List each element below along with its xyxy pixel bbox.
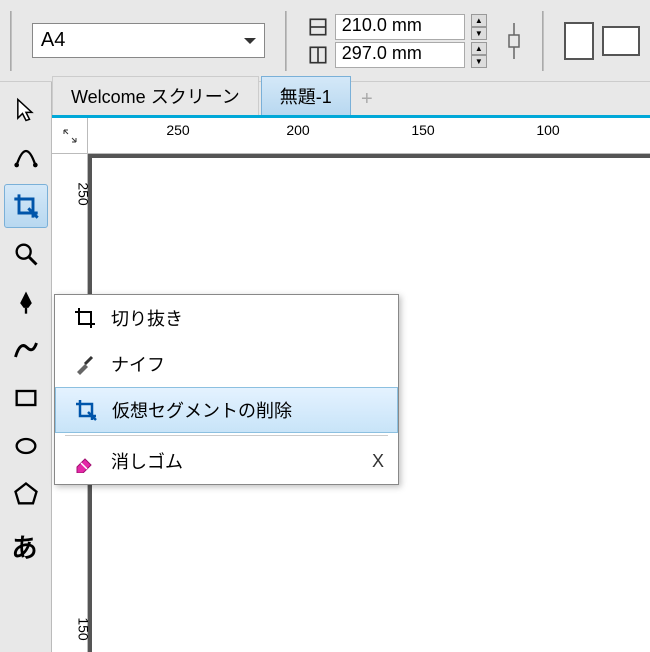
pen-tool[interactable] — [4, 280, 48, 324]
height-input[interactable]: 297.0 mm — [335, 42, 465, 68]
eraser-icon — [69, 449, 101, 473]
text-tool[interactable]: あ — [4, 520, 48, 564]
ruler-origin[interactable] — [52, 118, 88, 154]
page-size-value: A4 — [41, 29, 65, 52]
horizontal-ruler-row: 25020015010050 — [52, 118, 650, 154]
dimensions-group: 210.0 mm ▲▼ 297.0 mm ▲▼ — [307, 14, 487, 68]
flyout-label: 消しゴム — [111, 448, 372, 474]
document-tab[interactable]: 無題-1 — [261, 76, 351, 115]
document-tabs: Welcome スクリーン無題-1 + — [52, 82, 650, 118]
crop-icon — [69, 306, 101, 330]
shape-tool[interactable] — [4, 136, 48, 180]
ellipse-tool[interactable] — [4, 424, 48, 468]
zoom-tool[interactable] — [4, 232, 48, 276]
rectangle-tool[interactable] — [4, 376, 48, 420]
height-icon — [307, 44, 329, 66]
height-spinner[interactable]: ▲▼ — [471, 42, 487, 68]
width-input[interactable]: 210.0 mm — [335, 14, 465, 40]
width-icon — [307, 16, 329, 38]
knife-icon — [69, 352, 101, 376]
flyout-item[interactable]: 切り抜き — [55, 295, 398, 341]
separator — [10, 11, 12, 71]
virtual-segment-icon — [70, 398, 102, 422]
menu-separator — [65, 435, 388, 436]
horizontal-ruler[interactable]: 25020015010050 — [88, 118, 650, 153]
flyout-shortcut: X — [372, 451, 384, 472]
flyout-label: 仮想セグメントの削除 — [112, 397, 383, 423]
freehand-tool[interactable] — [4, 328, 48, 372]
flyout-item[interactable]: 消しゴムX — [55, 438, 398, 484]
flyout-item[interactable]: ナイフ — [55, 341, 398, 387]
dropdown-caret-icon — [244, 38, 256, 50]
crop-tool[interactable] — [4, 184, 48, 228]
top-toolbar: A4 210.0 mm ▲▼ 297.0 mm ▲▼ — [0, 0, 650, 82]
flyout-label: 切り抜き — [111, 305, 384, 331]
polygon-tool[interactable] — [4, 472, 48, 516]
flyout-label: ナイフ — [111, 351, 384, 377]
orientation-group — [564, 22, 640, 60]
add-tab-button[interactable]: + — [353, 84, 381, 115]
separator — [285, 11, 287, 71]
lock-aspect-icon[interactable] — [507, 13, 522, 69]
landscape-button[interactable] — [602, 26, 640, 56]
crop-tool-flyout: 切り抜きナイフ仮想セグメントの削除消しゴムX — [54, 294, 399, 485]
flyout-item[interactable]: 仮想セグメントの削除 — [55, 387, 398, 433]
page-size-select[interactable]: A4 — [32, 23, 265, 58]
portrait-button[interactable] — [564, 22, 594, 60]
toolbox: あ — [0, 82, 52, 652]
document-tab[interactable]: Welcome スクリーン — [52, 76, 259, 115]
separator — [542, 11, 544, 71]
width-spinner[interactable]: ▲▼ — [471, 14, 487, 40]
pick-tool[interactable] — [4, 88, 48, 132]
